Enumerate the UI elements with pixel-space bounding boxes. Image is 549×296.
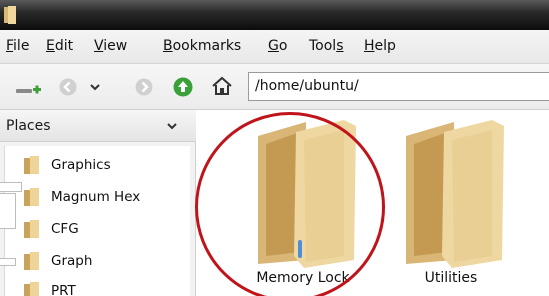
background-window-edge xyxy=(0,182,22,192)
folder-icon xyxy=(24,220,39,238)
menu-bar: File Edit View Bookmarks Go Tools Help xyxy=(0,30,549,64)
folder-icon xyxy=(24,188,39,206)
back-arrow-icon[interactable] xyxy=(58,77,78,97)
places-list: Graphics Magnum Hex CFG Graph PRT xyxy=(4,146,190,296)
file-icon-view: Memory Lock Utilities xyxy=(196,110,549,296)
sidebar-item-cfg[interactable]: CFG xyxy=(23,218,189,240)
forward-arrow-icon[interactable] xyxy=(134,77,154,97)
sidebar-item-prt[interactable]: PRT xyxy=(23,280,189,296)
file-item-utilities[interactable]: Utilities xyxy=(386,118,516,296)
menu-tools[interactable]: Tools xyxy=(309,38,344,54)
folder-icon xyxy=(24,282,39,296)
home-icon[interactable] xyxy=(210,74,234,98)
menu-view[interactable]: View xyxy=(94,38,127,54)
background-window-edge xyxy=(0,258,16,266)
app-folder-icon xyxy=(4,6,16,24)
up-arrow-icon[interactable] xyxy=(172,76,194,98)
menu-edit[interactable]: Edit xyxy=(46,38,73,54)
back-history-dropdown-icon[interactable] xyxy=(89,81,101,93)
sidebar-item-label: CFG xyxy=(51,221,79,237)
folder-icon xyxy=(24,156,39,174)
menu-help[interactable]: Help xyxy=(364,38,396,54)
folder-icon xyxy=(406,120,504,268)
menu-file[interactable]: File xyxy=(6,38,29,54)
title-bar xyxy=(0,0,549,30)
sidebar-item-label: PRT xyxy=(51,283,76,296)
location-field[interactable]: /home/ubuntu/ xyxy=(248,72,549,101)
side-pane: Places Graphics Magnum Hex CFG Graph PRT xyxy=(0,110,196,296)
folder-icon xyxy=(258,120,356,268)
sidebar-item-label: Graphics xyxy=(51,157,111,173)
menu-go[interactable]: Go xyxy=(268,38,287,54)
background-window-edge xyxy=(0,193,16,229)
places-header[interactable]: Places xyxy=(0,110,196,142)
location-path: /home/ubuntu/ xyxy=(255,78,359,94)
file-name: Utilities xyxy=(424,270,478,286)
sidebar-item-label: Graph xyxy=(51,253,93,269)
places-title: Places xyxy=(6,118,51,134)
file-item-memory-lock[interactable]: Memory Lock xyxy=(238,118,368,296)
sidebar-item-label: Magnum Hex xyxy=(51,189,141,205)
file-name: Memory Lock xyxy=(256,270,350,286)
new-tab-icon[interactable] xyxy=(14,80,44,96)
sidebar-item-graphics[interactable]: Graphics xyxy=(23,154,189,176)
toolbar: /home/ubuntu/ xyxy=(0,64,549,110)
folder-icon xyxy=(24,252,39,270)
chevron-down-icon[interactable] xyxy=(166,120,178,132)
sidebar-item-graph[interactable]: Graph xyxy=(23,250,189,272)
sidebar-item-magnum-hex[interactable]: Magnum Hex xyxy=(23,186,189,208)
menu-bookmarks[interactable]: Bookmarks xyxy=(163,38,241,54)
